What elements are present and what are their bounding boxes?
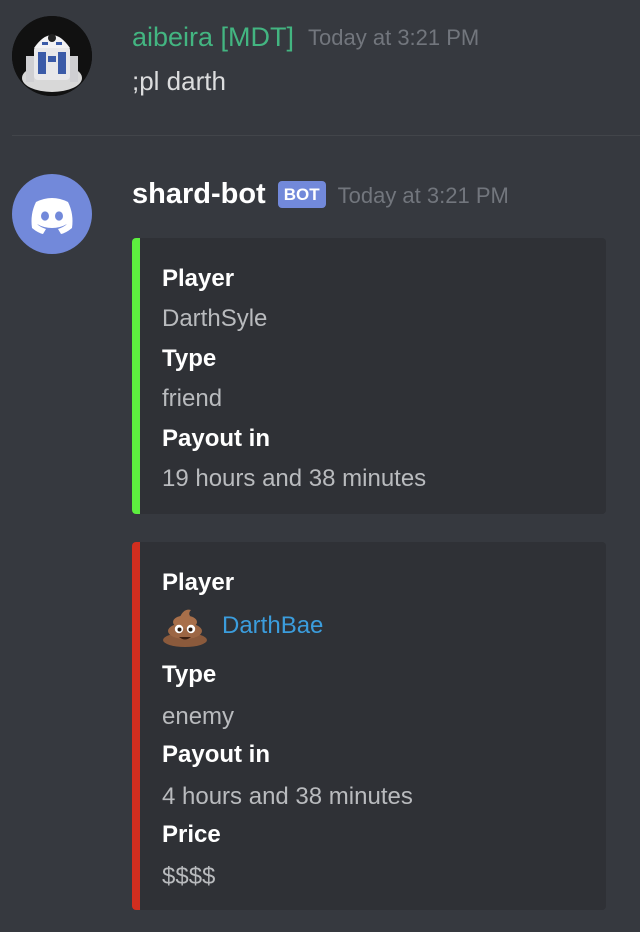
username[interactable]: aibeira [MDT] — [132, 22, 294, 52]
field-value-row: DarthBae — [162, 606, 323, 647]
message-aibeira: aibeira [MDT] Today at 3:21 PM ;pl darth — [0, 0, 640, 120]
bot-badge: BOT — [277, 180, 326, 208]
field-value: $$$$ — [162, 863, 216, 890]
chat-view: aibeira [MDT] Today at 3:21 PM ;pl darth … — [0, 0, 640, 932]
field-name: Type — [162, 661, 217, 688]
embed-field-type: Type friend — [162, 344, 222, 414]
discord-logo-icon — [31, 198, 73, 234]
field-value: enemy — [162, 703, 235, 730]
embed-field-payout: Payout in 19 hours and 38 minutes — [162, 424, 426, 494]
field-name: Player — [162, 265, 235, 292]
embed-field-type: Type enemy — [162, 660, 234, 732]
message-header: shard-bot BOT Today at 3:21 PM — [132, 176, 509, 212]
field-name: Player — [162, 569, 235, 596]
embed-accent-bar — [132, 542, 140, 910]
field-name: Payout in — [162, 425, 271, 452]
timestamp: Today at 3:21 PM — [308, 25, 480, 50]
bot-username[interactable]: shard-bot — [132, 178, 266, 211]
embed-field-player: Player DarthBae — [162, 568, 323, 647]
field-value: 19 hours and 38 minutes — [162, 465, 427, 492]
field-value: DarthSyle — [162, 305, 268, 332]
message-text: ;pl darth — [132, 66, 226, 96]
field-value: friend — [162, 385, 223, 412]
message-divider — [12, 135, 640, 136]
player-link[interactable]: DarthBae — [222, 612, 323, 639]
user-avatar-r2d2[interactable] — [12, 16, 92, 96]
embed-accent-bar — [132, 238, 140, 514]
embed-card: Player DarthSyle Type friend Payout in 1… — [132, 238, 606, 514]
field-name: Price — [162, 821, 221, 848]
bot-avatar[interactable] — [12, 174, 92, 254]
message-header: aibeira [MDT] Today at 3:21 PM — [132, 20, 479, 55]
field-name: Type — [162, 345, 217, 372]
field-value: 4 hours and 38 minutes — [162, 783, 413, 810]
embed-field-payout: Payout in 4 hours and 38 minutes — [162, 740, 413, 812]
timestamp: Today at 3:21 PM — [337, 183, 509, 208]
embed-field-price: Price $$$$ — [162, 820, 221, 892]
field-name: Payout in — [162, 741, 271, 768]
embed-field-player: Player DarthSyle — [162, 264, 267, 334]
poop-emoji-icon — [162, 607, 208, 647]
embed-card: Player DarthBae Type enemy Payout in 4 h… — [132, 542, 606, 910]
r2d2-icon — [12, 16, 92, 96]
